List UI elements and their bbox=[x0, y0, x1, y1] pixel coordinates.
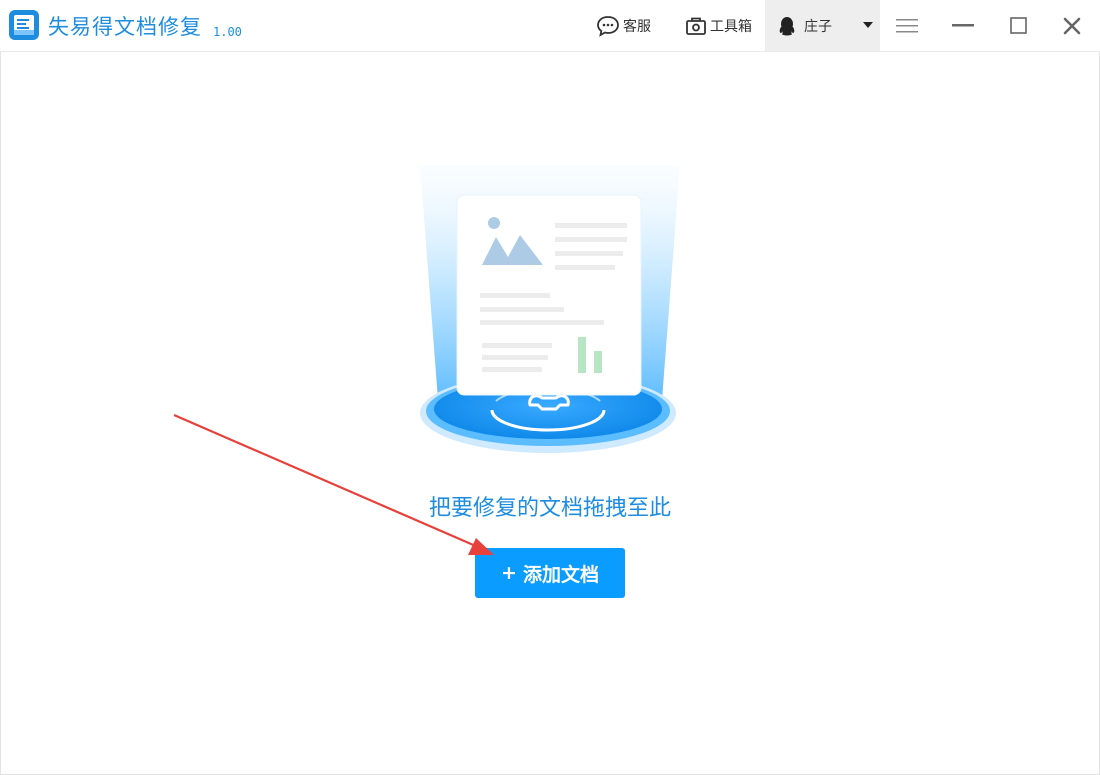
maximize-icon bbox=[1009, 17, 1027, 34]
plus-icon: + bbox=[501, 562, 517, 584]
minimize-button[interactable] bbox=[943, 0, 983, 51]
chat-bubble-icon bbox=[597, 15, 619, 37]
toolbox-label: 工具箱 bbox=[710, 18, 752, 35]
qq-penguin-icon bbox=[779, 16, 795, 35]
document-repair-logo-icon bbox=[9, 10, 39, 40]
drop-hint-text: 把要修复的文档拖拽至此 bbox=[428, 496, 671, 521]
app-version: 1.00 bbox=[213, 25, 242, 39]
customer-service-label: 客服 bbox=[623, 18, 651, 35]
add-document-button[interactable]: + 添加文档 bbox=[475, 548, 625, 598]
document-repair-illustration bbox=[420, 165, 680, 453]
add-document-label: 添加文档 bbox=[522, 563, 599, 586]
minimize-icon bbox=[952, 23, 974, 26]
toolbox-icon bbox=[686, 17, 706, 35]
hamburger-menu-icon bbox=[896, 18, 918, 32]
maximize-button[interactable] bbox=[998, 0, 1038, 51]
caret-down-icon[interactable] bbox=[863, 22, 873, 29]
main-menu-button[interactable] bbox=[887, 0, 927, 51]
close-button[interactable] bbox=[1052, 0, 1092, 51]
customer-service-button[interactable]: 客服 bbox=[596, 0, 651, 51]
close-icon bbox=[1063, 17, 1081, 34]
user-name: 庄子 bbox=[804, 18, 832, 35]
title-bar: 失易得文档修复 1.00 客服 工具箱 庄子 bbox=[0, 0, 1100, 52]
toolbox-button[interactable]: 工具箱 bbox=[685, 0, 752, 51]
app-title: 失易得文档修复 bbox=[48, 15, 202, 39]
user-account-menu[interactable]: 庄子 bbox=[765, 0, 880, 51]
